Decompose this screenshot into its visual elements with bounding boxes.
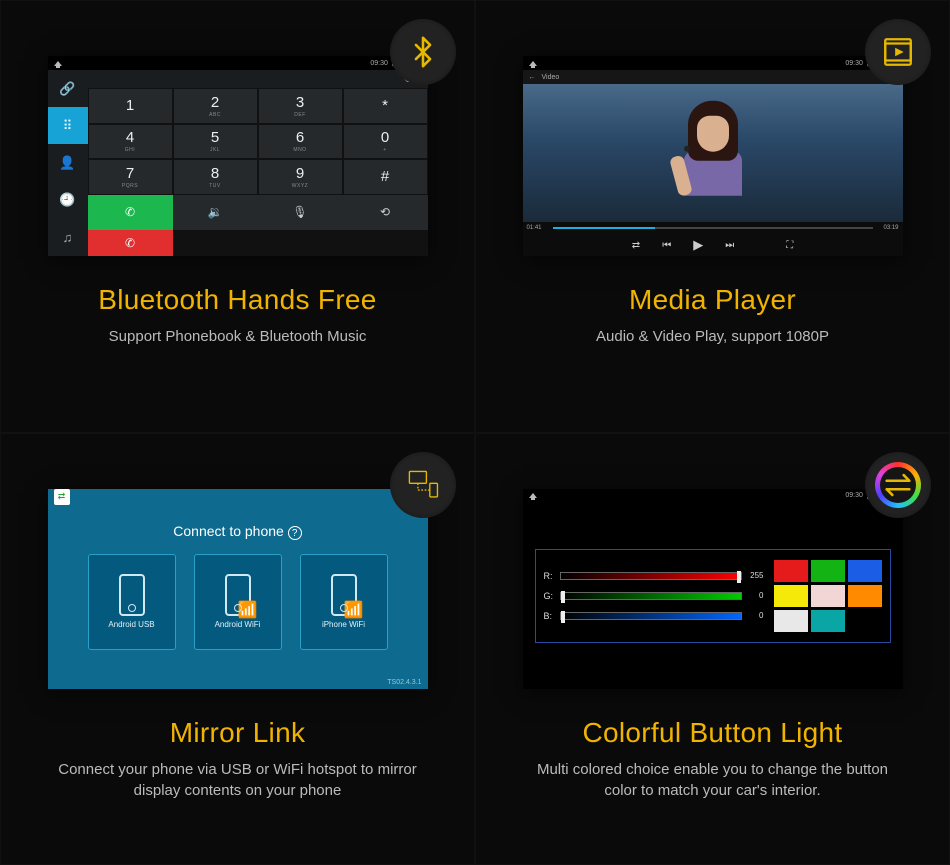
mirror-icon — [390, 452, 456, 518]
feature-title: Bluetooth Hands Free — [98, 284, 376, 316]
swatch[interactable] — [848, 585, 882, 607]
key-3[interactable]: 3DEF — [258, 88, 343, 124]
dialer-backspace[interactable]: ⌫ — [88, 70, 428, 88]
key-5[interactable]: 5JKL — [173, 124, 258, 160]
swatch[interactable] — [811, 585, 845, 607]
wifi-icon: 📶 — [241, 603, 255, 617]
phone-icon: 📶 — [225, 574, 251, 616]
shuffle-icon[interactable]: ⇄ — [632, 240, 640, 251]
feature-subtitle: Multi colored choice enable you to chang… — [506, 759, 919, 801]
status-bar: 09:30🔊⚙◧ — [523, 56, 903, 70]
feature-bluetooth: 09:30🔊⚙◧ 🔗 ⠿ 👤 🕘 ♫ ⌫ 1 2ABC 3DEF * 4GHI — [0, 0, 475, 433]
swatch[interactable] — [774, 560, 808, 582]
key-6[interactable]: 6MNO — [258, 124, 343, 160]
bluetooth-icon — [390, 19, 456, 85]
next-icon[interactable]: ⏭ — [725, 240, 734, 251]
home-icon — [529, 61, 537, 66]
rgb-ring-icon — [865, 452, 931, 518]
mirror-heading: Connect to phone ? — [48, 523, 428, 540]
video-icon — [865, 19, 931, 85]
key-4[interactable]: 4GHI — [88, 124, 173, 160]
swatch[interactable] — [774, 610, 808, 632]
slider-r[interactable]: R: 255 — [544, 571, 764, 581]
feature-title: Mirror Link — [170, 717, 306, 749]
media-header: ← Video ☰ — [523, 70, 903, 84]
swatch[interactable] — [848, 560, 882, 582]
color-screenshot: 09:30🔊⚙◧ R: 255 G: 0 — [523, 489, 903, 689]
option-android-usb[interactable]: Android USB — [88, 554, 176, 650]
home-icon — [54, 61, 62, 66]
wifi-icon: 📶 — [347, 603, 361, 617]
fullscreen-icon[interactable]: ⛶ — [786, 240, 793, 251]
key-9[interactable]: 9WXYZ — [258, 159, 343, 195]
dialer-screenshot: 09:30🔊⚙◧ 🔗 ⠿ 👤 🕘 ♫ ⌫ 1 2ABC 3DEF * 4GHI — [48, 56, 428, 256]
hangup-button[interactable]: ✆ — [88, 230, 173, 256]
dialer-sidebar: 🔗 ⠿ 👤 🕘 ♫ — [48, 70, 88, 256]
home-icon — [529, 493, 537, 498]
feature-subtitle: Support Phonebook & Bluetooth Music — [89, 326, 387, 347]
key-8[interactable]: 8TUV — [173, 159, 258, 195]
phone-icon — [119, 574, 145, 616]
media-controls: ⇄ ⏮ ▶ ⏭ ⛶ — [523, 234, 903, 256]
sidebar-history-icon[interactable]: 🕘 — [48, 182, 88, 219]
feature-title: Colorful Button Light — [582, 717, 842, 749]
feature-mirror: ⇄ ↶ Connect to phone ? Android USB 📶 — [0, 433, 475, 865]
feature-subtitle: Connect your phone via USB or WiFi hotsp… — [31, 759, 444, 801]
refresh-button[interactable]: ⟲ — [343, 195, 428, 231]
swatch[interactable] — [811, 560, 845, 582]
sidebar-keypad-icon[interactable]: ⠿ — [48, 107, 88, 144]
easyconnect-icon: ⇄ — [54, 489, 70, 505]
status-bar: 09:30🔊⚙◧ — [48, 56, 428, 70]
status-time: 09:30 — [845, 60, 863, 67]
swatch[interactable] — [811, 610, 845, 632]
sidebar-music-icon[interactable]: ♫ — [48, 219, 88, 256]
duration-time: 03:19 — [883, 225, 898, 231]
option-android-wifi[interactable]: 📶 Android WiFi — [194, 554, 282, 650]
feature-color-light: 09:30🔊⚙◧ R: 255 G: 0 — [475, 433, 950, 865]
swatch[interactable] — [848, 610, 882, 632]
call-button[interactable]: ✆ — [88, 195, 173, 231]
back-icon[interactable]: ← — [529, 74, 536, 81]
status-time: 09:30 — [370, 60, 388, 67]
video-label: Video — [542, 74, 560, 81]
version-label: TS02.4.3.1 — [387, 679, 421, 686]
prev-icon[interactable]: ⏮ — [662, 240, 671, 251]
slider-b[interactable]: B: 0 — [544, 611, 764, 621]
status-time: 09:30 — [845, 492, 863, 499]
feature-title: Media Player — [629, 284, 796, 316]
sidebar-link-icon[interactable]: 🔗 — [48, 70, 88, 107]
media-screenshot: 09:30🔊⚙◧ ← Video ☰ 01:41 03:19 — [523, 56, 903, 256]
mirror-screenshot: ⇄ ↶ Connect to phone ? Android USB 📶 — [48, 489, 428, 689]
phone-icon: 📶 — [331, 574, 357, 616]
swatch[interactable] — [774, 585, 808, 607]
key-2[interactable]: 2ABC — [173, 88, 258, 124]
sidebar-contacts-icon[interactable]: 👤 — [48, 144, 88, 181]
slider-g[interactable]: G: 0 — [544, 591, 764, 601]
key-star[interactable]: * — [343, 88, 428, 124]
video-viewport[interactable] — [523, 84, 903, 222]
help-icon[interactable]: ? — [288, 526, 302, 540]
key-7[interactable]: 7PQRS — [88, 159, 173, 195]
mute-mic-button[interactable]: 🎙 — [258, 195, 343, 231]
status-bar: 09:30🔊⚙◧ — [523, 489, 903, 503]
play-icon[interactable]: ▶ — [693, 237, 703, 253]
elapsed-time: 01:41 — [527, 225, 542, 231]
progress-bar[interactable]: 01:41 03:19 — [523, 222, 903, 234]
rgb-panel: R: 255 G: 0 B: 0 — [535, 549, 891, 643]
volume-button[interactable]: 🔉 — [173, 195, 258, 231]
feature-subtitle: Audio & Video Play, support 1080P — [576, 326, 849, 347]
feature-media: 09:30🔊⚙◧ ← Video ☰ 01:41 03:19 — [475, 0, 950, 433]
color-swatches — [774, 560, 882, 632]
option-iphone-wifi[interactable]: 📶 iPhone WiFi — [300, 554, 388, 650]
key-1[interactable]: 1 — [88, 88, 173, 124]
key-0[interactable]: 0+ — [343, 124, 428, 160]
key-hash[interactable]: # — [343, 159, 428, 195]
progress-fill — [553, 227, 655, 229]
video-thumbnail — [678, 101, 748, 196]
